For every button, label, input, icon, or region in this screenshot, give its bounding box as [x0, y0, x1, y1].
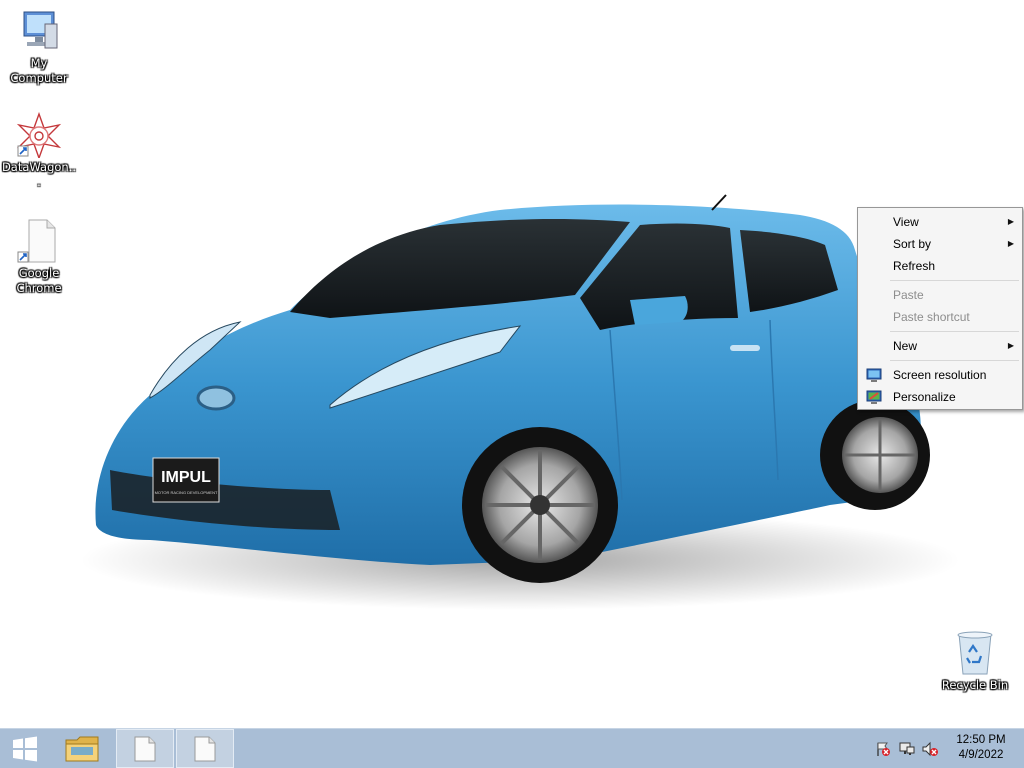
menu-item-label: New — [893, 339, 918, 353]
menu-item-paste-shortcut[interactable]: Paste shortcut — [860, 306, 1020, 328]
menu-item-screen-resolution[interactable]: Screen resolution — [860, 364, 1020, 386]
document-icon — [194, 736, 216, 762]
menu-separator — [890, 331, 1019, 332]
app-shortcut-icon — [16, 112, 62, 158]
car-mirror — [630, 296, 688, 325]
folder-icon — [65, 736, 99, 762]
computer-icon — [23, 11, 58, 49]
submenu-arrow-icon: ▶ — [1007, 239, 1014, 248]
menu-item-personalize[interactable]: Personalize — [860, 386, 1020, 408]
taskbar-document-window-2[interactable] — [176, 729, 234, 768]
desktop-icon-label: DataWagon... — [1, 160, 77, 189]
volume-muted-icon[interactable] — [922, 741, 938, 757]
menu-item-label: Sort by — [893, 237, 932, 251]
menu-item-paste[interactable]: Paste — [860, 284, 1020, 306]
menu-item-label: Refresh — [893, 259, 936, 273]
desktop-context-menu: View ▶ Sort by ▶ Refresh Paste Paste sho… — [857, 207, 1023, 410]
desktop-icon-label: Google Chrome — [16, 266, 62, 295]
system-clock[interactable]: 12:50 PM 4/9/2022 — [946, 733, 1016, 763]
impul-badge-text: IMPUL — [161, 469, 211, 486]
start-button[interactable] — [0, 729, 50, 768]
submenu-arrow-icon: ▶ — [1007, 341, 1014, 350]
action-center-flag-icon[interactable] — [875, 741, 891, 757]
menu-item-label: Screen resolution — [893, 368, 987, 382]
network-icon[interactable] — [899, 741, 915, 757]
desktop-icon-recycle-bin[interactable]: Recycle Bin — [937, 630, 1013, 693]
menu-separator — [890, 280, 1019, 281]
clock-date: 4/9/2022 — [958, 749, 1004, 761]
menu-separator — [890, 360, 1019, 361]
display-icon — [866, 368, 882, 382]
menu-item-label: Paste — [893, 288, 924, 302]
taskbar: 12:50 PM 4/9/2022 — [0, 728, 1024, 768]
menu-item-view[interactable]: View ▶ — [860, 211, 1020, 233]
desktop-icon-datawagon[interactable]: DataWagon... — [1, 112, 77, 190]
menu-item-label: View — [893, 215, 919, 229]
windows-logo-icon — [13, 736, 37, 762]
desktop-icon-label: My Computer — [10, 56, 68, 85]
file-shortcut-icon — [17, 219, 56, 263]
taskbar-document-window-1[interactable] — [116, 729, 174, 768]
menu-item-label: Paste shortcut — [893, 310, 970, 324]
menu-item-label: Personalize — [893, 390, 956, 404]
menu-item-new[interactable]: New ▶ — [860, 335, 1020, 357]
desktop-icon-my-computer[interactable]: My Computer — [1, 10, 77, 86]
desktop-icon-label: Recycle Bin — [941, 678, 1009, 692]
recycle-bin-icon — [957, 631, 993, 675]
clock-time: 12:50 PM — [956, 734, 1006, 746]
impul-badge-subtext: MOTOR RACING DEVELOPMENT — [155, 490, 218, 495]
menu-item-sort-by[interactable]: Sort by ▶ — [860, 233, 1020, 255]
taskbar-file-explorer[interactable] — [55, 729, 110, 768]
menu-item-refresh[interactable]: Refresh — [860, 255, 1020, 277]
car-emblem — [196, 385, 236, 411]
submenu-arrow-icon: ▶ — [1007, 217, 1014, 226]
desktop-icon-google-chrome[interactable]: Google Chrome — [1, 218, 77, 296]
personalize-icon — [866, 390, 882, 404]
document-icon — [134, 736, 156, 762]
